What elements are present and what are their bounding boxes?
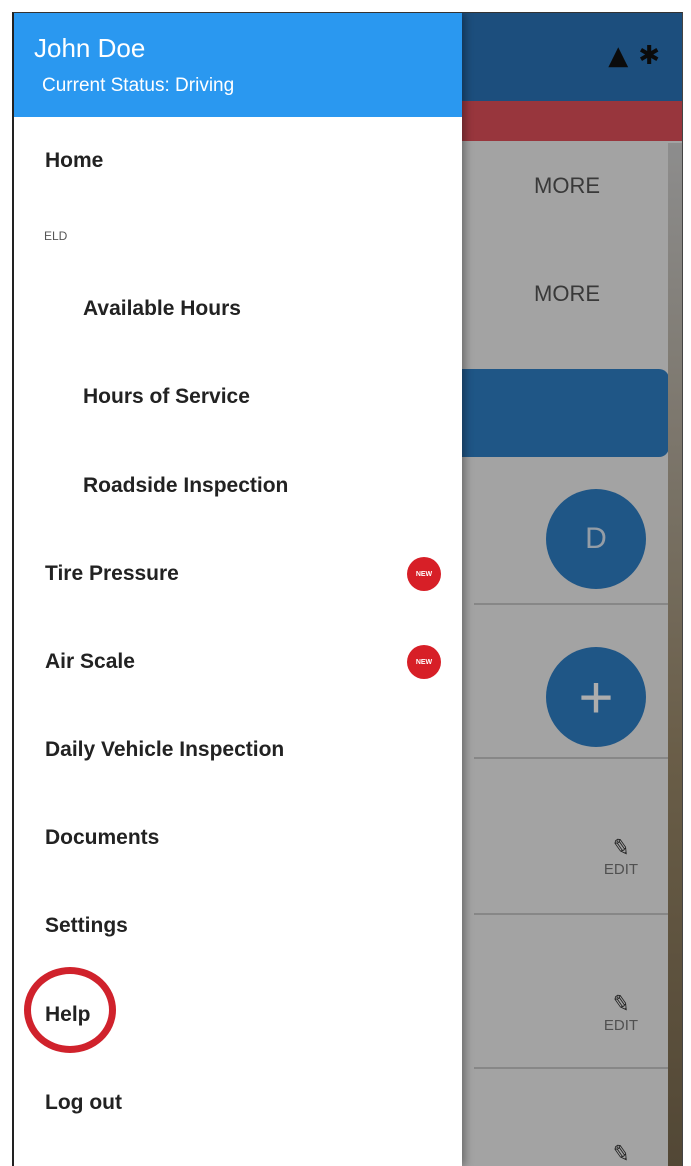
menu-item-label: Home [45,149,104,172]
menu-item-daily-vehicle-inspection[interactable]: Daily Vehicle Inspection [14,720,462,780]
menu-item-roadside-inspection[interactable]: Roadside Inspection [14,456,462,516]
menu-item-label: Daily Vehicle Inspection [45,738,285,761]
new-badge: NEW [407,557,441,591]
menu-item-label: Available Hours [83,297,241,320]
drawer-header: John Doe Current Status: Driving [14,13,462,117]
menu-item-label: Air Scale [45,650,135,673]
navigation-drawer: John Doe Current Status: Driving Home EL… [14,13,462,1166]
menu-item-label: Log out [45,1091,122,1114]
menu-item-label: Settings [45,914,128,937]
menu-item-settings[interactable]: Settings [14,896,462,956]
current-status: Current Status: Driving [42,75,235,96]
menu-item-documents[interactable]: Documents [14,808,462,868]
menu-item-home[interactable]: Home [14,131,462,191]
user-name: John Doe [34,33,146,63]
menu-item-available-hours[interactable]: Available Hours [14,279,462,339]
menu-item-air-scale[interactable]: Air Scale NEW [14,632,462,692]
menu-item-label: Hours of Service [83,385,250,408]
section-label-eld: ELD [44,229,68,243]
menu-item-tire-pressure[interactable]: Tire Pressure NEW [14,544,462,604]
menu-item-label: Roadside Inspection [83,474,289,497]
menu-item-log-out[interactable]: Log out [14,1073,462,1133]
screen: ▲✱ MORE MORE D + ✎ EDIT ✎ EDIT ✎ John Do… [12,12,683,1166]
menu-item-label: Tire Pressure [45,562,179,585]
new-badge: NEW [407,645,441,679]
menu-item-hours-of-service[interactable]: Hours of Service [14,367,462,427]
help-highlight-circle [24,967,116,1053]
menu-item-label: Documents [45,826,160,849]
